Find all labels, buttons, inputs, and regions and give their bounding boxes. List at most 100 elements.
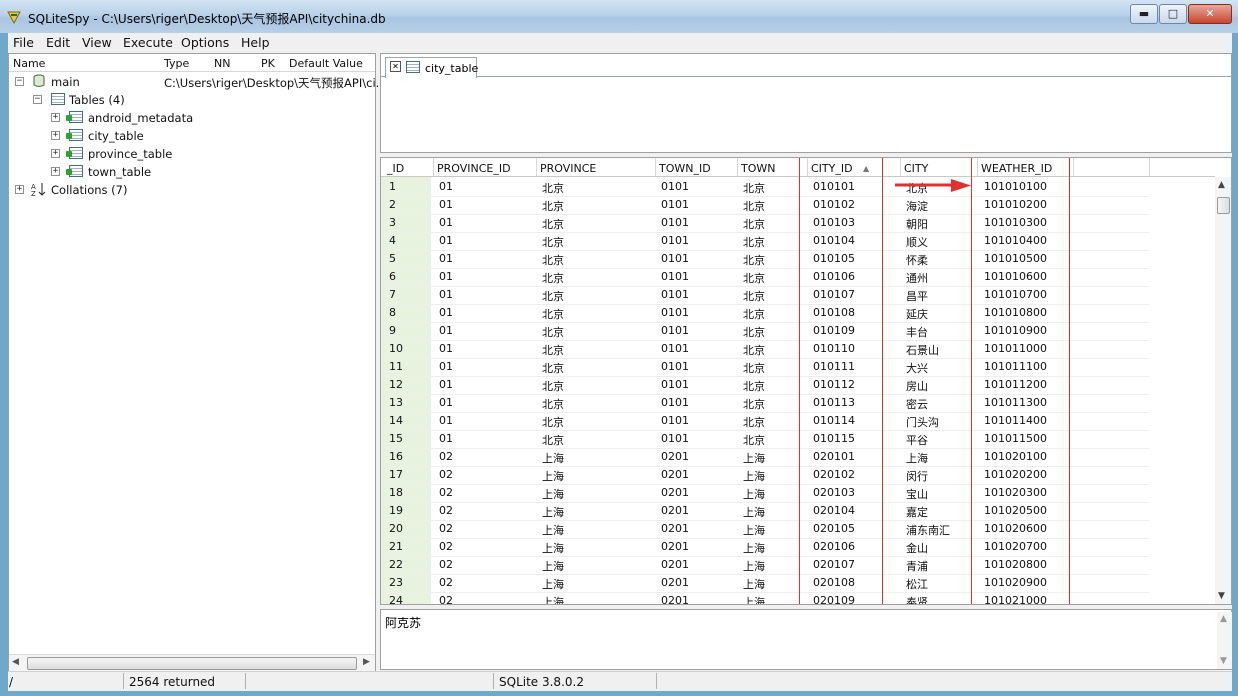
cell-city[interactable]: 平谷 xyxy=(906,432,928,448)
cell-town-id[interactable]: 0201 xyxy=(661,540,689,553)
cell-province[interactable]: 北京 xyxy=(542,432,564,448)
tree-table-province-table[interactable]: province_table xyxy=(88,147,172,161)
cell-id[interactable]: 12 xyxy=(389,378,403,391)
cell-town-id[interactable]: 0201 xyxy=(661,468,689,481)
column-separator[interactable] xyxy=(900,158,901,176)
cell-province[interactable]: 上海 xyxy=(542,468,564,484)
cell-city[interactable]: 门头沟 xyxy=(906,414,939,430)
cell-province[interactable]: 上海 xyxy=(542,558,564,574)
cell-town-id[interactable]: 0101 xyxy=(661,432,689,445)
cell-town[interactable]: 北京 xyxy=(743,216,765,232)
tree-scroll-thumb[interactable] xyxy=(27,657,357,670)
cell-province[interactable]: 北京 xyxy=(542,396,564,412)
expand-table-icon[interactable]: + xyxy=(51,149,60,158)
cell-town[interactable]: 北京 xyxy=(743,180,765,196)
cell-province-id[interactable]: 01 xyxy=(439,396,453,409)
tree-table-city-table[interactable]: city_table xyxy=(88,129,144,143)
expand-collations-icon[interactable]: + xyxy=(15,185,24,194)
tree-collations[interactable]: Collations (7) xyxy=(51,183,127,197)
scroll-right-icon[interactable]: ▶ xyxy=(363,657,370,667)
cell-city[interactable]: 青浦 xyxy=(906,558,928,574)
cell-town-id[interactable]: 0101 xyxy=(661,180,689,193)
cell-province-id[interactable]: 01 xyxy=(439,360,453,373)
cell-province-id[interactable]: 02 xyxy=(439,576,453,589)
cell-town[interactable]: 北京 xyxy=(743,360,765,376)
cell-id[interactable]: 5 xyxy=(389,252,396,265)
cell-province[interactable]: 北京 xyxy=(542,342,564,358)
cell-town[interactable]: 上海 xyxy=(743,576,765,592)
cell-province-id[interactable]: 01 xyxy=(439,378,453,391)
cell-province[interactable]: 上海 xyxy=(542,504,564,520)
column-header-province-id[interactable]: PROVINCE_ID xyxy=(437,162,511,175)
cell-province[interactable]: 北京 xyxy=(542,378,564,394)
cell-province[interactable]: 北京 xyxy=(542,252,564,268)
cell-town[interactable]: 上海 xyxy=(743,468,765,484)
column-separator[interactable] xyxy=(1073,158,1074,176)
cell-town[interactable]: 北京 xyxy=(743,306,765,322)
cell-id[interactable]: 23 xyxy=(389,576,403,589)
cell-province[interactable]: 北京 xyxy=(542,180,564,196)
cell-province[interactable]: 上海 xyxy=(542,540,564,556)
column-separator[interactable] xyxy=(536,158,537,176)
cell-province[interactable]: 北京 xyxy=(542,360,564,376)
cell-province[interactable]: 上海 xyxy=(542,576,564,592)
cell-id[interactable]: 1 xyxy=(389,180,396,193)
cell-city[interactable]: 上海 xyxy=(906,450,928,466)
cell-town-id[interactable]: 0101 xyxy=(661,306,689,319)
expand-table-icon[interactable]: + xyxy=(51,167,60,176)
cell-town[interactable]: 北京 xyxy=(743,342,765,358)
cell-province-id[interactable]: 01 xyxy=(439,288,453,301)
cell-id[interactable]: 21 xyxy=(389,540,403,553)
cell-province-id[interactable]: 01 xyxy=(439,342,453,355)
cell-province-id[interactable]: 01 xyxy=(439,414,453,427)
cell-province-id[interactable]: 01 xyxy=(439,234,453,247)
cell-id[interactable]: 14 xyxy=(389,414,403,427)
cell-province-id[interactable]: 02 xyxy=(439,450,453,463)
cell-province-id[interactable]: 01 xyxy=(439,216,453,229)
cell-town-id[interactable]: 0201 xyxy=(661,486,689,499)
cell-id[interactable]: 19 xyxy=(389,504,403,517)
collapse-tables-icon[interactable]: − xyxy=(33,95,42,104)
cell-province-id[interactable]: 01 xyxy=(439,270,453,283)
cell-town[interactable]: 上海 xyxy=(743,486,765,502)
cell-town-id[interactable]: 0101 xyxy=(661,234,689,247)
cell-city[interactable]: 浦东南汇 xyxy=(906,522,950,538)
cell-id[interactable]: 8 xyxy=(389,306,396,319)
cell-town-id[interactable]: 0101 xyxy=(661,342,689,355)
cell-city[interactable]: 通州 xyxy=(906,270,928,286)
cell-province[interactable]: 北京 xyxy=(542,198,564,214)
cell-province[interactable]: 北京 xyxy=(542,306,564,322)
cell-id[interactable]: 6 xyxy=(389,270,396,283)
column-header-town-id[interactable]: TOWN_ID xyxy=(659,162,711,175)
cell-city[interactable]: 石景山 xyxy=(906,342,939,358)
cell-town-id[interactable]: 0201 xyxy=(661,450,689,463)
cell-town[interactable]: 上海 xyxy=(743,594,765,604)
cell-town[interactable]: 上海 xyxy=(743,558,765,574)
cell-town[interactable]: 上海 xyxy=(743,504,765,520)
cell-city[interactable]: 丰台 xyxy=(906,324,928,340)
column-separator[interactable] xyxy=(1149,158,1150,176)
cell-town[interactable]: 北京 xyxy=(743,252,765,268)
menu-help[interactable]: Help xyxy=(241,35,270,50)
cell-city[interactable]: 朝阳 xyxy=(906,216,928,232)
cell-town[interactable]: 上海 xyxy=(743,450,765,466)
cell-id[interactable]: 18 xyxy=(389,486,403,499)
tree-header-pk[interactable]: PK xyxy=(261,57,275,70)
cell-province[interactable]: 上海 xyxy=(542,522,564,538)
cell-province-id[interactable]: 01 xyxy=(439,306,453,319)
results-grid[interactable]: _ID PROVINCE_ID PROVINCE TOWN_ID TOWN CITY_ID… xyxy=(380,157,1232,605)
cell-province[interactable]: 北京 xyxy=(542,234,564,250)
cell-province[interactable]: 北京 xyxy=(542,414,564,430)
cell-id[interactable]: 3 xyxy=(389,216,396,229)
cell-province-id[interactable]: 01 xyxy=(439,432,453,445)
cell-id[interactable]: 11 xyxy=(389,360,403,373)
cell-town-id[interactable]: 0101 xyxy=(661,414,689,427)
cell-city[interactable]: 密云 xyxy=(906,396,928,412)
cell-id[interactable]: 20 xyxy=(389,522,403,535)
cell-town[interactable]: 北京 xyxy=(743,198,765,214)
cell-town-id[interactable]: 0201 xyxy=(661,558,689,571)
cell-province[interactable]: 上海 xyxy=(542,486,564,502)
cell-city[interactable]: 松江 xyxy=(906,576,928,592)
cell-id[interactable]: 16 xyxy=(389,450,403,463)
cell-city[interactable]: 宝山 xyxy=(906,486,928,502)
